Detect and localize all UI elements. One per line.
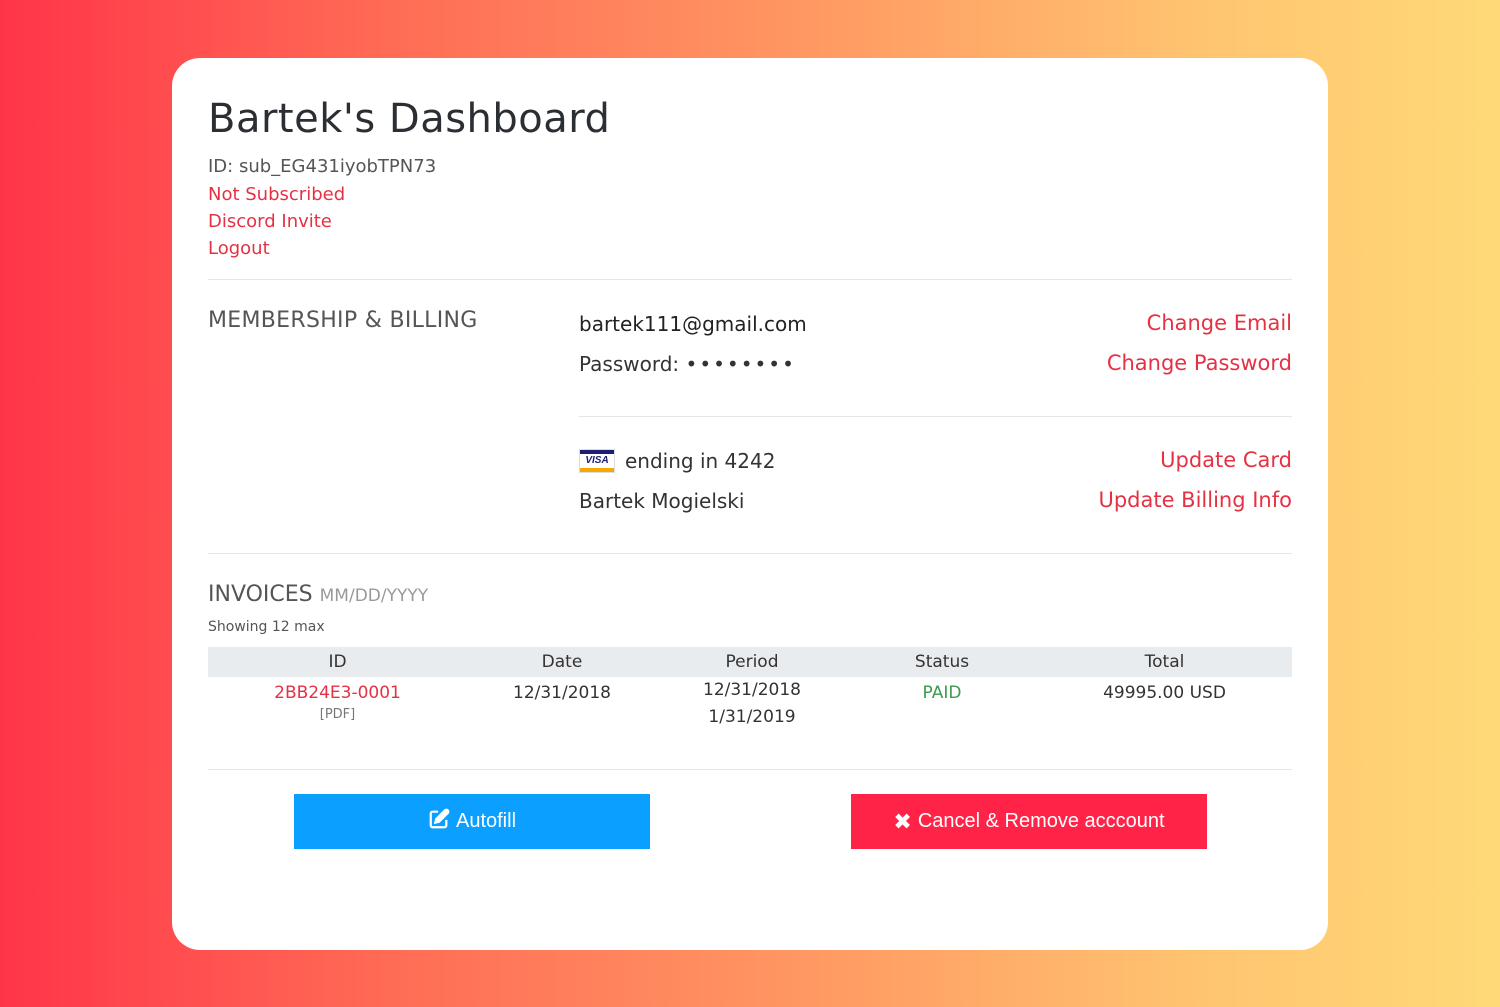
divider: [579, 416, 1292, 417]
password-label: Password:: [579, 352, 680, 376]
autofill-button[interactable]: Autofill: [294, 794, 650, 849]
invoices-note: Showing 12 max: [208, 619, 325, 635]
column-header-id: ID: [328, 652, 347, 672]
visa-card-icon: VISA: [579, 449, 615, 473]
subscription-status-link[interactable]: Not Subscribed: [208, 184, 345, 205]
divider: [208, 553, 1292, 554]
divider: [208, 769, 1292, 770]
password-row: Password: ••••••••: [579, 352, 796, 376]
page-title: Bartek's Dashboard: [208, 96, 611, 142]
invoice-status: PAID: [922, 683, 962, 703]
account-email: bartek111@gmail.com: [579, 312, 807, 336]
invoice-date: 12/31/2018: [513, 683, 611, 703]
cancel-label: Cancel & Remove acccount: [917, 810, 1165, 832]
column-header-total: Total: [1144, 652, 1185, 672]
subscription-id: ID: sub_EG431iyobTPN73: [208, 156, 437, 177]
table-row: 2BB24E3-0001 [PDF] 12/31/2018 12/31/2018…: [208, 677, 1292, 731]
update-card-link[interactable]: Update Card: [1160, 448, 1292, 472]
change-email-link[interactable]: Change Email: [1147, 311, 1292, 335]
billing-name: Bartek Mogielski: [579, 489, 745, 513]
card-ending-text: ending in 4242: [625, 449, 776, 473]
column-header-period: Period: [725, 652, 779, 672]
date-format-hint: MM/DD/YYYY: [319, 586, 429, 606]
table-header: ID Date Period Status Total: [208, 647, 1292, 677]
membership-section-title: MEMBERSHIP & BILLING: [208, 308, 478, 333]
close-icon: ✖: [893, 808, 912, 834]
invoices-title: INVOICES MM/DD/YYYY: [208, 582, 428, 607]
invoice-id-cell: 2BB24E3-0001 [PDF]: [208, 683, 467, 731]
invoice-id-link[interactable]: 2BB24E3-0001: [274, 683, 401, 703]
password-mask: ••••••••: [685, 352, 796, 376]
column-header-status: Status: [914, 652, 970, 672]
invoice-pdf-link[interactable]: [PDF]: [208, 707, 467, 722]
edit-icon: [428, 808, 450, 836]
invoices-table: ID Date Period Status Total 2BB24E3-0001…: [208, 647, 1292, 731]
divider: [208, 279, 1292, 280]
dashboard-card: Bartek's Dashboard ID: sub_EG431iyobTPN7…: [172, 58, 1328, 950]
update-billing-link[interactable]: Update Billing Info: [1098, 488, 1292, 512]
autofill-label: Autofill: [455, 810, 517, 832]
card-row: VISA ending in 4242: [579, 449, 775, 473]
invoices-heading: INVOICES: [208, 582, 313, 607]
invoice-total: 49995.00 USD: [1103, 683, 1226, 703]
logout-link[interactable]: Logout: [208, 238, 270, 259]
discord-invite-link[interactable]: Discord Invite: [208, 211, 332, 232]
invoice-period: 12/31/2018 1/31/2019: [657, 677, 847, 731]
cancel-remove-account-button[interactable]: ✖ Cancel & Remove acccount: [851, 794, 1207, 849]
column-header-date: Date: [541, 652, 583, 672]
period-end: 1/31/2019: [708, 707, 796, 727]
change-password-link[interactable]: Change Password: [1107, 351, 1292, 375]
period-start: 12/31/2018: [703, 680, 801, 700]
